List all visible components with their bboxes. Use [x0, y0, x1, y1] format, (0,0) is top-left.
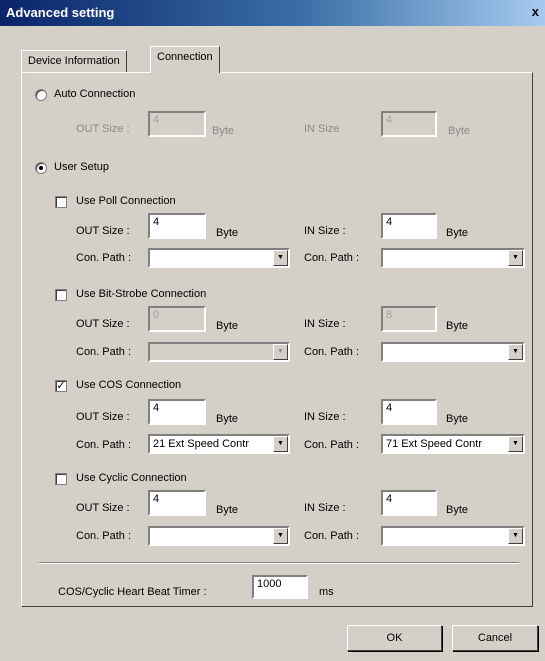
cyclic-in-size-field[interactable]: 4: [381, 490, 437, 516]
cos-in-path-select[interactable]: 71 Ext Speed Contr ▼: [381, 434, 525, 454]
auto-in-unit: Byte: [448, 125, 471, 137]
dropdown-arrow-icon[interactable]: ▼: [508, 528, 523, 544]
ok-button[interactable]: OK: [347, 625, 442, 651]
poll-out-size-field[interactable]: 4: [148, 213, 206, 239]
auto-in-size-label: IN Size: [304, 123, 340, 135]
close-button[interactable]: x: [532, 4, 539, 19]
bitstrobe-out-size-label: OUT Size :: [76, 318, 130, 330]
dropdown-arrow-icon[interactable]: ▼: [508, 250, 523, 266]
cyclic-in-size-label: IN Size :: [304, 502, 346, 514]
window-title: Advanced setting: [6, 5, 115, 20]
cyclic-out-path-select[interactable]: ▼: [148, 526, 290, 546]
heartbeat-unit: ms: [319, 586, 334, 598]
separator: [39, 562, 519, 564]
poll-out-path-select[interactable]: ▼: [148, 248, 290, 268]
auto-in-size-field[interactable]: 4: [381, 111, 437, 137]
cyclic-out-unit: Byte: [216, 504, 239, 516]
dropdown-arrow-icon[interactable]: ▼: [273, 436, 288, 452]
bitstrobe-out-size-field[interactable]: 0: [148, 306, 206, 332]
cyclic-out-size-field[interactable]: 4: [148, 490, 206, 516]
cyclic-out-size-label: OUT Size :: [76, 502, 130, 514]
poll-in-path-label: Con. Path :: [304, 252, 360, 264]
cos-out-path-select[interactable]: 21 Ext Speed Contr ▼: [148, 434, 290, 454]
poll-out-unit: Byte: [216, 227, 239, 239]
cos-in-unit: Byte: [446, 413, 469, 425]
poll-out-size-label: OUT Size :: [76, 225, 130, 237]
cyclic-in-path-label: Con. Path :: [304, 530, 360, 542]
auto-out-size-label: OUT Size :: [76, 123, 130, 135]
bitstrobe-in-size-label: IN Size :: [304, 318, 346, 330]
cos-out-path-label: Con. Path :: [76, 439, 132, 451]
auto-connection-radio[interactable]: [35, 89, 47, 101]
dropdown-arrow-icon[interactable]: ▼: [508, 344, 523, 360]
dropdown-arrow-icon[interactable]: ▼: [508, 436, 523, 452]
bitstrobe-label: Use Bit-Strobe Connection: [76, 288, 207, 300]
cos-in-size-label: IN Size :: [304, 411, 346, 423]
poll-in-size-field[interactable]: 4: [381, 213, 437, 239]
cyclic-checkbox[interactable]: [55, 473, 67, 485]
cos-in-path-value: 71 Ext Speed Contr: [386, 438, 483, 450]
dropdown-arrow-icon[interactable]: ▼: [273, 250, 288, 266]
cos-out-unit: Byte: [216, 413, 239, 425]
user-setup-label: User Setup: [54, 161, 110, 173]
auto-connection-label: Auto Connection: [54, 88, 136, 100]
poll-in-size-label: IN Size :: [304, 225, 346, 237]
tab-connection[interactable]: Connection: [150, 46, 220, 73]
bitstrobe-out-unit: Byte: [216, 320, 239, 332]
poll-label: Use Poll Connection: [76, 195, 176, 207]
dropdown-arrow-icon[interactable]: ▼: [273, 528, 288, 544]
bitstrobe-checkbox[interactable]: [55, 289, 67, 301]
radio-selected-dot: [39, 166, 43, 170]
bitstrobe-in-path-label: Con. Path :: [304, 346, 360, 358]
bitstrobe-in-path-select[interactable]: ▼: [381, 342, 525, 362]
cancel-button[interactable]: Cancel: [452, 625, 538, 651]
cyclic-out-path-label: Con. Path :: [76, 530, 132, 542]
cos-out-size-field[interactable]: 4: [148, 399, 206, 425]
heartbeat-timer-field[interactable]: 1000: [252, 575, 308, 599]
cyclic-in-unit: Byte: [446, 504, 469, 516]
cos-in-path-label: Con. Path :: [304, 439, 360, 451]
title-bar[interactable]: Advanced setting x: [0, 0, 545, 26]
bitstrobe-out-path-select[interactable]: ▼: [148, 342, 290, 362]
heartbeat-label: COS/Cyclic Heart Beat Timer :: [58, 586, 207, 598]
tab-device-information[interactable]: Device Information: [21, 50, 127, 72]
user-setup-radio[interactable]: [35, 162, 47, 174]
poll-in-unit: Byte: [446, 227, 469, 239]
cos-in-size-field[interactable]: 4: [381, 399, 437, 425]
cos-checkbox[interactable]: ✓: [55, 380, 67, 392]
bitstrobe-out-path-label: Con. Path :: [76, 346, 132, 358]
cyclic-label: Use Cyclic Connection: [76, 472, 187, 484]
bitstrobe-in-size-field[interactable]: 8: [381, 306, 437, 332]
poll-checkbox[interactable]: [55, 196, 67, 208]
auto-out-size-field[interactable]: 4: [148, 111, 206, 137]
cos-out-path-value: 21 Ext Speed Contr: [153, 438, 250, 450]
cyclic-in-path-select[interactable]: ▼: [381, 526, 525, 546]
poll-in-path-select[interactable]: ▼: [381, 248, 525, 268]
dropdown-arrow-icon[interactable]: ▼: [273, 344, 288, 360]
cos-out-size-label: OUT Size :: [76, 411, 130, 423]
advanced-setting-dialog: Advanced setting x Device Information Co…: [0, 0, 545, 661]
bitstrobe-in-unit: Byte: [446, 320, 469, 332]
cos-label: Use COS Connection: [76, 379, 182, 391]
poll-out-path-label: Con. Path :: [76, 252, 132, 264]
auto-out-unit: Byte: [212, 125, 235, 137]
